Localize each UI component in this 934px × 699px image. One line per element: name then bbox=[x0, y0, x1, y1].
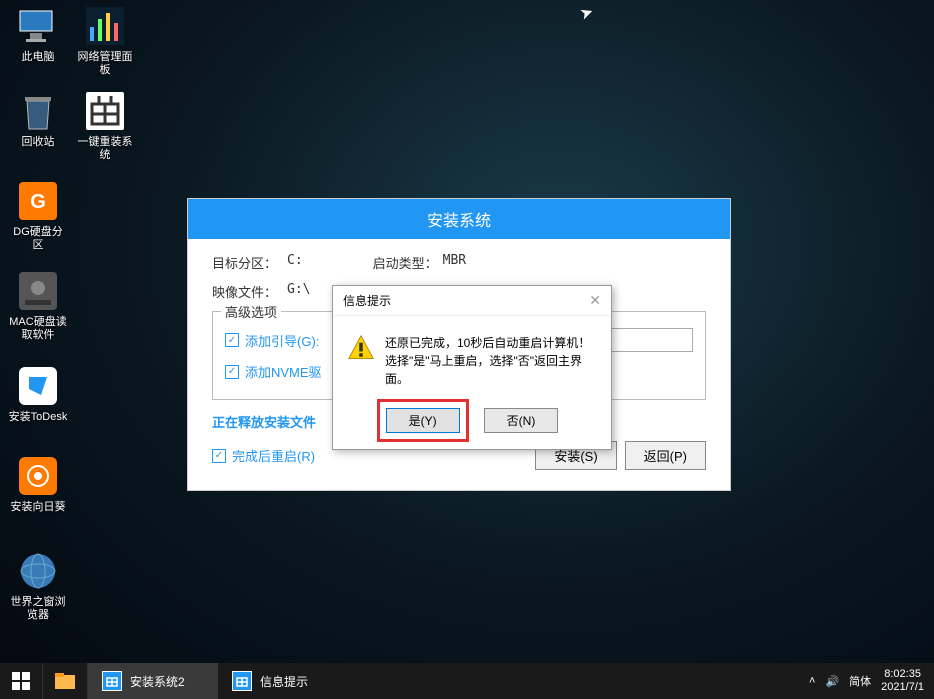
taskbar-task-installer[interactable]: 安装系统2 bbox=[88, 663, 218, 699]
warning-icon bbox=[347, 334, 375, 362]
cursor-icon: ➤ bbox=[577, 1, 596, 24]
checkbox-restart-label: 完成后重启(R) bbox=[232, 446, 315, 465]
checkbox-restart[interactable]: ✓ bbox=[212, 449, 226, 463]
clock[interactable]: 8:02:35 2021/7/1 bbox=[881, 668, 924, 694]
todesk-icon bbox=[17, 365, 59, 407]
volume-icon[interactable]: 🔊 bbox=[825, 675, 839, 688]
start-button[interactable] bbox=[0, 663, 43, 699]
checkbox-boot-label: 添加引导(G): bbox=[245, 331, 319, 350]
panel-icon bbox=[84, 5, 126, 47]
checkbox-boot[interactable]: ✓ bbox=[225, 333, 239, 347]
reinstall-icon bbox=[84, 90, 126, 132]
desktop-icon-computer[interactable]: 此电脑 bbox=[8, 5, 68, 64]
computer-icon bbox=[17, 5, 59, 47]
target-label: 目标分区： bbox=[212, 253, 287, 272]
folder-icon bbox=[55, 673, 75, 689]
taskbar: 安装系统2 信息提示 ˄ 🔊 简体 8:02:35 2021/7/1 bbox=[0, 663, 934, 699]
svg-text:G: G bbox=[30, 191, 46, 213]
system-tray: ˄ 🔊 简体 8:02:35 2021/7/1 bbox=[799, 663, 934, 699]
task-icon bbox=[102, 671, 122, 691]
close-icon[interactable]: ✕ bbox=[589, 292, 601, 309]
globe-icon bbox=[17, 550, 59, 592]
taskbar-task-dialog[interactable]: 信息提示 bbox=[218, 663, 348, 699]
image-label: 映像文件： bbox=[212, 282, 287, 301]
dialog-message: 还原已完成，10秒后自动重启计算机！ 选择"是"马上重启，选择"否"返回主界面。 bbox=[385, 334, 597, 388]
desktop-icon-sunflower[interactable]: 安装向日葵 bbox=[8, 455, 68, 514]
adv-title: 高级选项 bbox=[221, 302, 281, 321]
desktop-icon-browser[interactable]: 世界之窗浏览器 bbox=[8, 550, 68, 622]
back-button[interactable]: 返回(P) bbox=[625, 441, 706, 470]
desktop-icon-dg[interactable]: G DG硬盘分区 bbox=[8, 180, 68, 252]
desktop-icon-mac[interactable]: MAC硬盘读取软件 bbox=[8, 270, 68, 342]
desktop-icon-recycle[interactable]: 回收站 bbox=[8, 90, 68, 149]
image-value: G:\ bbox=[287, 282, 310, 301]
info-dialog: 信息提示 ✕ 还原已完成，10秒后自动重启计算机！ 选择"是"马上重启，选择"否… bbox=[332, 285, 612, 450]
ime-indicator[interactable]: 简体 bbox=[849, 673, 871, 689]
yes-button[interactable]: 是(Y) bbox=[386, 408, 460, 433]
boot-label: 启动类型： bbox=[373, 253, 443, 272]
task-icon bbox=[232, 671, 252, 691]
target-value: C: bbox=[287, 253, 303, 272]
tray-chevron-icon[interactable]: ˄ bbox=[809, 675, 815, 687]
checkbox-nvme-label: 添加NVME驱 bbox=[245, 362, 322, 381]
no-button[interactable]: 否(N) bbox=[484, 408, 559, 433]
desktop-icon-todesk[interactable]: 安装ToDesk bbox=[8, 365, 68, 424]
checkbox-nvme[interactable]: ✓ bbox=[225, 365, 239, 379]
sunflower-icon bbox=[17, 455, 59, 497]
installer-title: 安装系统 bbox=[188, 199, 730, 239]
mac-icon bbox=[17, 270, 59, 312]
desktop-icon-reinstall[interactable]: 一键重装系统 bbox=[75, 90, 135, 162]
windows-icon bbox=[12, 672, 30, 690]
dg-icon: G bbox=[17, 180, 59, 222]
dialog-title-text: 信息提示 bbox=[343, 292, 391, 309]
boot-value: MBR bbox=[443, 253, 466, 272]
explorer-button[interactable] bbox=[43, 663, 88, 699]
desktop-icon-network-panel[interactable]: 网络管理面板 bbox=[75, 5, 135, 77]
recycle-icon bbox=[17, 90, 59, 132]
